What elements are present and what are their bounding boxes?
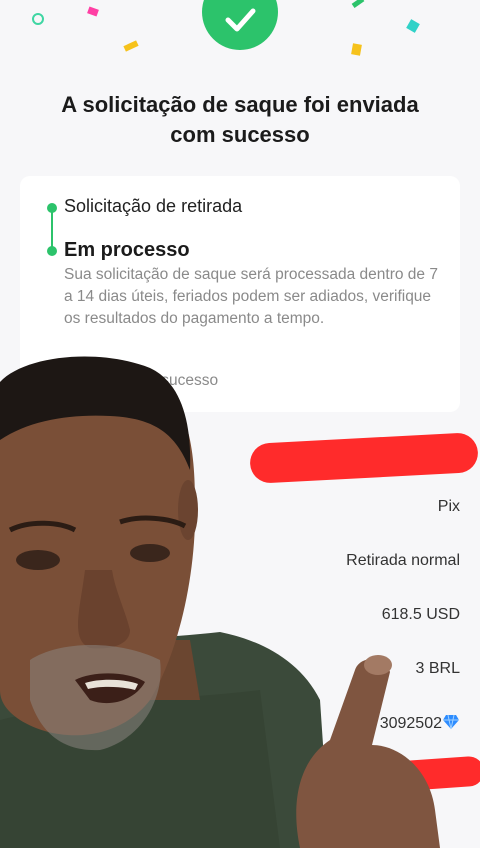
presenter-photo <box>0 356 440 848</box>
